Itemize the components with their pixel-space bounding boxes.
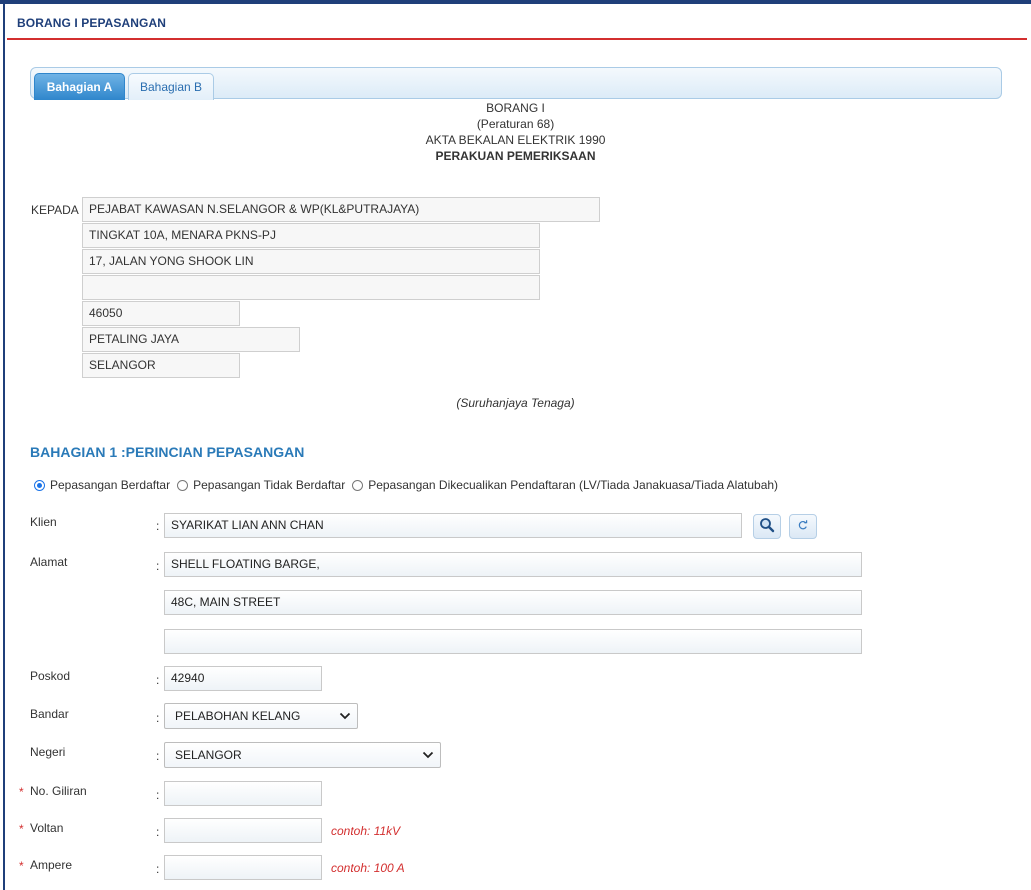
poskod-label: Poskod (30, 669, 71, 683)
radio-label-berdaftar[interactable]: Pepasangan Berdaftar (50, 478, 170, 492)
chevron-down-icon (422, 743, 434, 767)
act-name: AKTA BEKALAN ELEKTRIK 1990 (425, 133, 606, 147)
kepada-line-4 (82, 275, 540, 300)
required-marker: * (19, 822, 24, 836)
window-top-border (0, 0, 1031, 4)
negeri-select[interactable]: SELANGOR (164, 742, 441, 768)
tab-bahagian-a[interactable]: Bahagian A (34, 73, 125, 100)
alamat-line-1-input[interactable]: SHELL FLOATING BARGE, (164, 552, 862, 577)
colon: : (156, 519, 160, 533)
alamat-line-3-input[interactable] (164, 629, 862, 654)
kepada-line-2: TINGKAT 10A, MENARA PKNS-PJ (82, 223, 540, 248)
no-giliran-input[interactable] (164, 781, 322, 806)
tab-bar: Bahagian A Bahagian B (30, 67, 1002, 100)
page-title: BORANG I PEPASANGAN (17, 16, 167, 30)
certificate-title: PERAKUAN PEMERIKSAAN (435, 149, 596, 163)
colon: : (156, 749, 160, 763)
colon: : (156, 673, 160, 687)
radio-label-tidak-berdaftar[interactable]: Pepasangan Tidak Berdaftar (193, 478, 345, 492)
refresh-client-button[interactable] (789, 514, 817, 539)
title-divider (7, 38, 1027, 40)
colon: : (156, 788, 160, 802)
klien-label: Klien (30, 515, 57, 529)
bandar-select[interactable]: PELABOHAN KELANG (164, 703, 358, 729)
ampere-hint: contoh: 100 A (331, 861, 405, 875)
radio-pepasangan-dikecualikan[interactable] (352, 479, 364, 491)
colon: : (156, 825, 160, 839)
form-name: BORANG I (486, 101, 545, 115)
kepada-postcode: 46050 (82, 301, 240, 326)
chevron-down-icon (339, 704, 351, 728)
kepada-city: PETALING JAYA (82, 327, 300, 352)
alamat-line-2-input[interactable]: 48C, MAIN STREET (164, 590, 862, 615)
colon: : (156, 862, 160, 876)
voltan-label: Voltan (30, 821, 64, 835)
radio-pepasangan-tidak-berdaftar[interactable] (177, 479, 189, 491)
recipient-note: (Suruhanjaya Tenaga) (456, 396, 575, 410)
refresh-icon (797, 519, 809, 534)
voltan-input[interactable] (164, 818, 322, 843)
regulation-reference: (Peraturan 68) (476, 117, 555, 131)
bandar-label: Bandar (30, 707, 69, 721)
radio-label-dikecualikan[interactable]: Pepasangan Dikecualikan Pendaftaran (LV/… (368, 478, 778, 492)
section-1-heading: BAHAGIAN 1 :PERINCIAN PEPASANGAN (30, 444, 305, 460)
kepada-label: KEPADA (31, 203, 79, 217)
klien-input[interactable]: SYARIKAT LIAN ANN CHAN (164, 513, 742, 538)
kepada-line-1: PEJABAT KAWASAN N.SELANGOR & WP(KL&PUTRA… (82, 197, 600, 222)
installation-type-radio-group: Pepasangan Berdaftar Pepasangan Tidak Be… (34, 477, 785, 493)
colon: : (156, 559, 160, 573)
negeri-label: Negeri (30, 745, 66, 759)
required-marker: * (19, 785, 24, 799)
ampere-input[interactable] (164, 855, 322, 880)
tab-bahagian-b[interactable]: Bahagian B (128, 73, 214, 100)
ampere-label: Ampere (30, 858, 73, 872)
kepada-state: SELANGOR (82, 353, 240, 378)
colon: : (156, 711, 160, 725)
magnifier-icon (759, 517, 775, 536)
alamat-label: Alamat (30, 555, 68, 569)
no-giliran-label: No. Giliran (30, 784, 87, 798)
kepada-line-3: 17, JALAN YONG SHOOK LIN (82, 249, 540, 274)
radio-pepasangan-berdaftar[interactable] (34, 479, 45, 491)
poskod-input[interactable]: 42940 (164, 666, 322, 691)
required-marker: * (19, 859, 24, 873)
search-client-button[interactable] (753, 514, 781, 539)
voltan-hint: contoh: 11kV (331, 824, 401, 838)
bandar-selected-value: PELABOHAN KELANG (175, 709, 301, 723)
negeri-selected-value: SELANGOR (175, 748, 242, 762)
